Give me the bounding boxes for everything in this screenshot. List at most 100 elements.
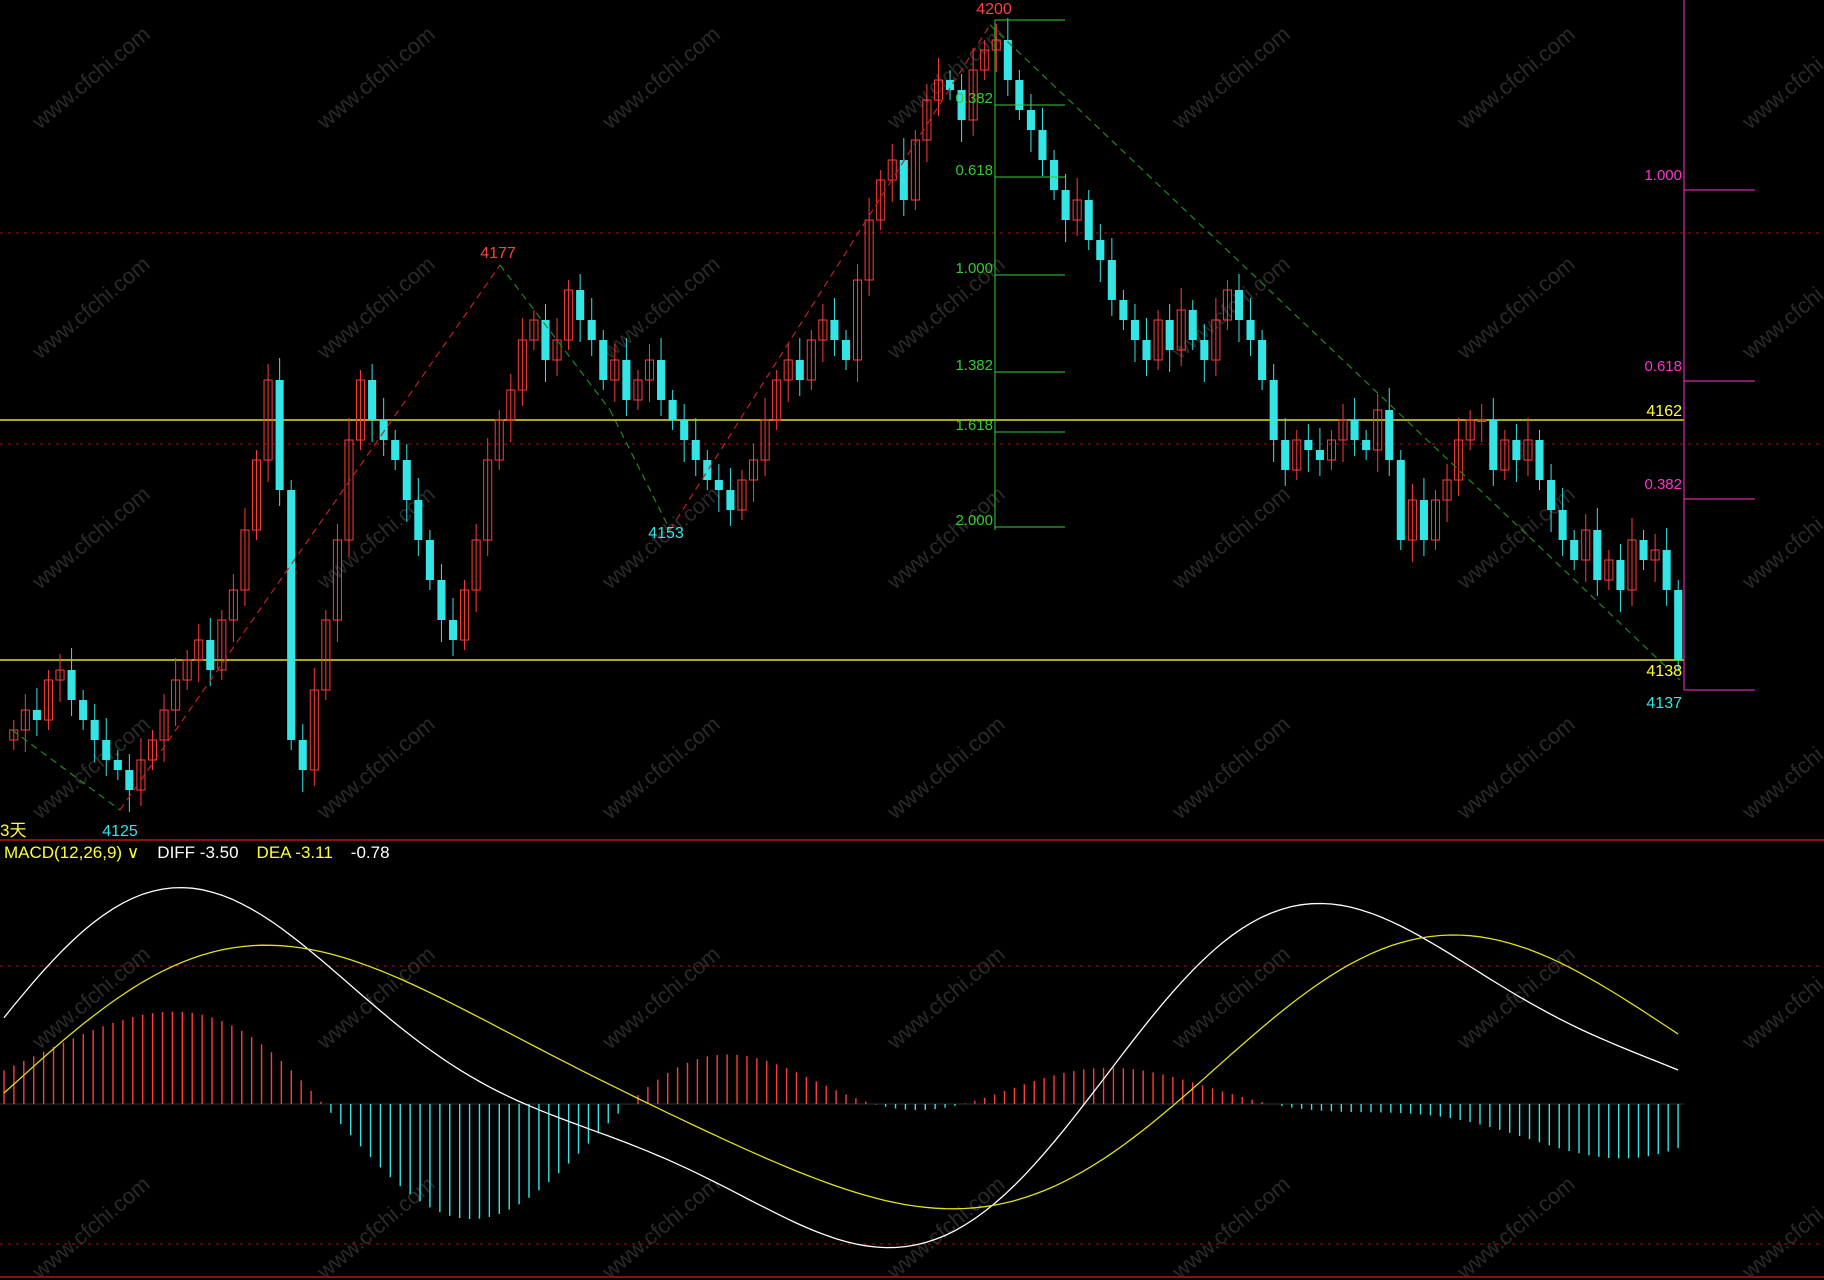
watermark-text: www.cfchi.com [1451, 711, 1579, 824]
macd-indicator-name[interactable]: MACD(12,26,9) ∨ [4, 842, 139, 864]
chart-stage: www.cfchi.com www.cfchi.com www.cfchi.com w… [0, 0, 1824, 1280]
candle-body [899, 160, 908, 200]
candle-body [1061, 190, 1070, 220]
candle-body [1419, 500, 1428, 540]
candle-body [1639, 540, 1648, 560]
candle-body [587, 320, 596, 340]
candle-body [830, 320, 839, 340]
candle-body [448, 620, 458, 640]
dea-value: DEA -3.11 [256, 843, 333, 862]
candle-body [1188, 310, 1197, 340]
candle-body [714, 480, 723, 490]
candle-body [1130, 320, 1140, 340]
watermark-text: www.cfchi.com [596, 251, 724, 364]
candle-body [391, 440, 400, 460]
candle-body [541, 320, 550, 360]
candle-body [1003, 40, 1012, 80]
candle-body [795, 360, 804, 380]
candle-body [402, 460, 411, 500]
watermark-text: www.cfchi.com [1166, 1171, 1294, 1280]
watermark-text: www.cfchi.com [311, 941, 439, 1054]
period-label: 3天 [0, 821, 27, 840]
candle-body [379, 420, 388, 440]
peak-high-label: 4200 [976, 1, 1012, 18]
chevron-down-icon[interactable]: ∨ [127, 843, 139, 862]
candle-body [414, 500, 423, 540]
stock-chart[interactable]: www.cfchi.com www.cfchi.com www.cfchi.com w… [0, 0, 1824, 1280]
candle-body [67, 670, 76, 700]
candle-body [668, 400, 677, 420]
candle-body [1315, 450, 1324, 460]
candle-body [1119, 300, 1128, 320]
watermark-text: www.cfchi.com [1166, 711, 1294, 824]
swing-low-left-label: 4125 [102, 823, 138, 840]
watermark-text: www.cfchi.com [1451, 251, 1579, 364]
watermark-text: www.cfchi.com [596, 21, 724, 134]
trend-line [989, 24, 1681, 681]
candle-body [206, 640, 215, 670]
trend-line [609, 409, 671, 531]
candle-body [1385, 410, 1394, 460]
candle-body [1258, 340, 1267, 380]
candle-body [1304, 440, 1313, 450]
watermark-text: www.cfchi.com [1451, 21, 1579, 134]
candle-body [102, 740, 111, 760]
watermark-text: www.cfchi.com [881, 711, 1009, 824]
candle-body [1593, 530, 1602, 580]
candle-body [1026, 110, 1035, 130]
candle-body [90, 720, 99, 740]
right-level-label: 4137 [1646, 695, 1682, 712]
watermark-text: www.cfchi.com [881, 21, 1009, 134]
candle-body [113, 760, 122, 770]
candle-body [1038, 130, 1047, 160]
candle-body [726, 490, 735, 510]
candle-body [275, 380, 284, 490]
watermark-text: www.cfchi.com [881, 481, 1009, 594]
watermark-text: www.cfchi.com [311, 711, 439, 824]
candle-body [576, 290, 585, 320]
fib-level-label: 0.618 [955, 162, 993, 179]
candle-body [703, 460, 712, 480]
candle-body [599, 340, 608, 380]
candle-body [1234, 290, 1244, 320]
fib-level-label: 2.000 [955, 512, 993, 529]
macd-diff-line [3, 886, 1679, 1249]
candle-body [1396, 460, 1405, 540]
candle-body [841, 340, 851, 360]
watermark-text: www.cfchi.com [26, 941, 154, 1054]
candle-body [425, 540, 434, 580]
right-level-label: 4138 [1646, 663, 1682, 680]
candle-body [79, 700, 88, 720]
watermark-text: www.cfchi.com [596, 941, 724, 1054]
candle-body [1674, 590, 1683, 660]
candle-body [1165, 320, 1174, 350]
swing-high-label: 4177 [480, 245, 516, 262]
candle-body [622, 360, 631, 400]
trend-line [669, 24, 991, 531]
candle-body [1050, 160, 1059, 190]
watermark-text: www.cfchi.com [1166, 21, 1294, 134]
candle-body [1489, 420, 1498, 470]
watermark-text: www.cfchi.com [26, 711, 154, 824]
candle-body [1246, 320, 1255, 340]
candle-body [657, 360, 666, 400]
right-fib-label: 0.618 [1644, 358, 1682, 375]
candle-body [1096, 240, 1105, 260]
watermark-text: www.cfchi.com [881, 941, 1009, 1054]
watermark-text: www.cfchi.com [26, 251, 154, 364]
watermark-text: www.cfchi.com [1736, 481, 1824, 594]
watermark-text: www.cfchi.com [26, 1171, 154, 1280]
candle-body [1570, 540, 1579, 560]
watermark-text: www.cfchi.com [1736, 941, 1824, 1054]
watermark-text: www.cfchi.com [1166, 941, 1294, 1054]
watermark-text: www.cfchi.com [596, 1171, 724, 1280]
watermark-text: www.cfchi.com [311, 21, 439, 134]
right-fib-label: 1.000 [1644, 167, 1682, 184]
candle-body [32, 710, 41, 720]
watermark-text: www.cfchi.com [311, 251, 439, 364]
macd-dea-line [3, 934, 1679, 1210]
watermark-text: www.cfchi.com [1736, 1171, 1824, 1280]
swing-low-label: 4153 [648, 525, 684, 542]
candle-body [1662, 550, 1671, 590]
fib-level-label: 1.382 [955, 357, 993, 374]
